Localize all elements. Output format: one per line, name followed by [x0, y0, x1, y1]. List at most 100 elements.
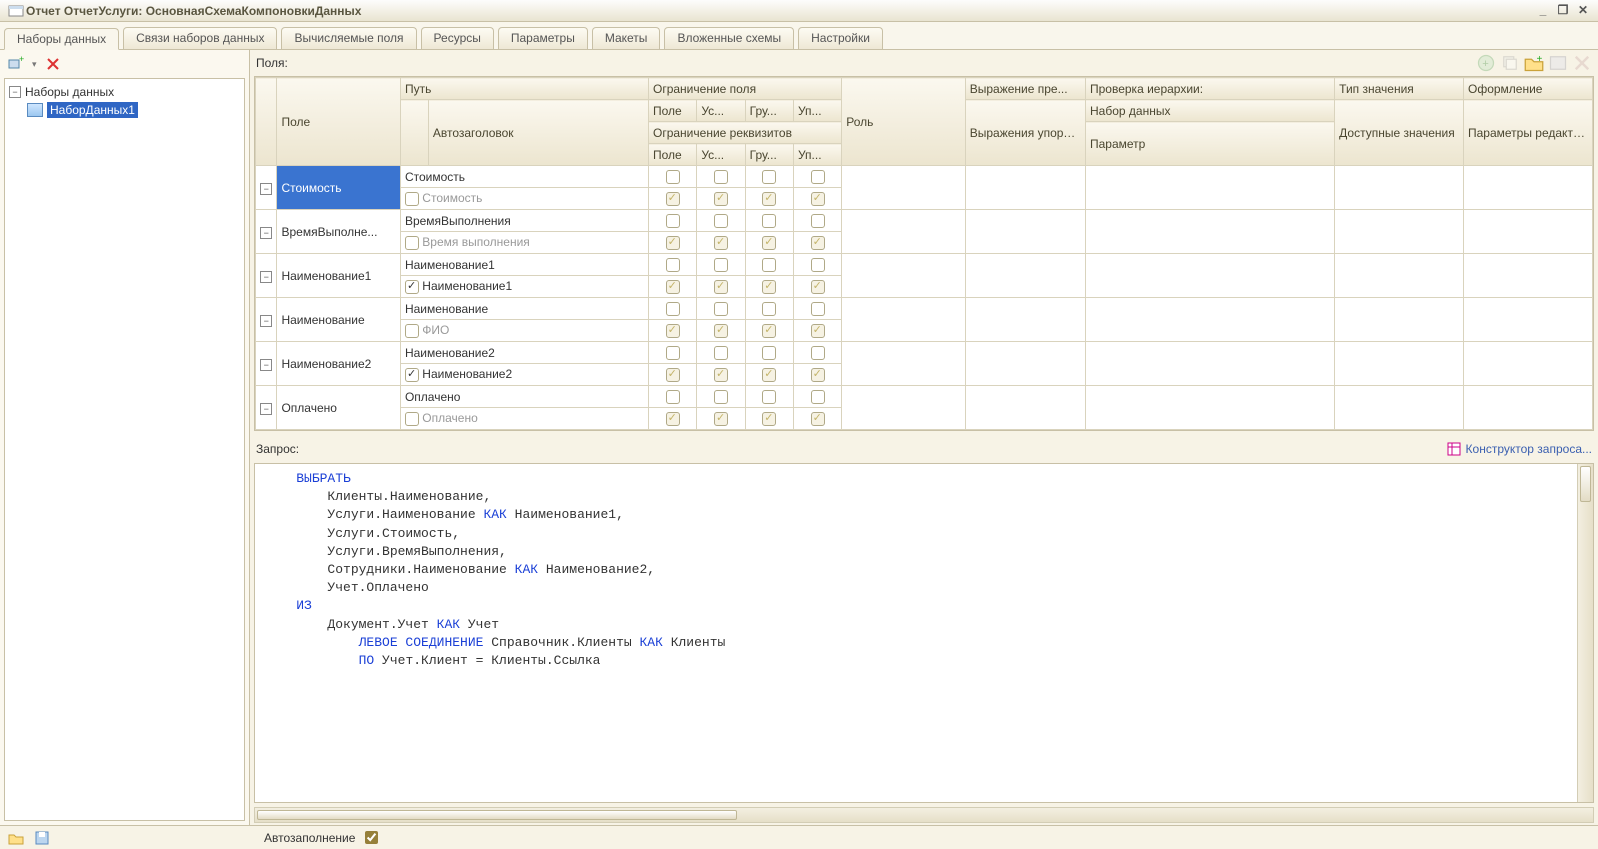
- remove-field-button[interactable]: [1572, 53, 1592, 73]
- col-role[interactable]: Роль: [842, 78, 965, 166]
- copy-field-button[interactable]: [1500, 53, 1520, 73]
- limit-checkbox[interactable]: [811, 302, 825, 316]
- cell-autotitle[interactable]: Время выполнения: [400, 232, 648, 254]
- query-editor[interactable]: ВЫБРАТЬ Клиенты.Наименование, Услуги.Наи…: [254, 463, 1594, 803]
- col-chk-group2[interactable]: Гру...: [745, 144, 793, 166]
- col-type[interactable]: Тип значения: [1335, 78, 1464, 100]
- req-checkbox[interactable]: [666, 412, 680, 426]
- limit-checkbox[interactable]: [811, 258, 825, 272]
- query-vscroll[interactable]: [1577, 464, 1593, 802]
- tab-resources[interactable]: Ресурсы: [421, 27, 494, 49]
- limit-checkbox[interactable]: [714, 214, 728, 228]
- autotitle-checkbox[interactable]: [405, 368, 419, 382]
- limit-checkbox[interactable]: [811, 214, 825, 228]
- autotitle-checkbox[interactable]: [405, 192, 419, 206]
- table-row[interactable]: −Наименование2Наименование2: [256, 342, 1593, 364]
- col-dataset[interactable]: Набор данных: [1086, 100, 1335, 122]
- limit-checkbox[interactable]: [762, 346, 776, 360]
- limit-checkbox[interactable]: [714, 346, 728, 360]
- table-row[interactable]: −НаименованиеНаименование: [256, 298, 1593, 320]
- cell-autotitle[interactable]: Наименование1: [400, 276, 648, 298]
- req-checkbox[interactable]: [714, 324, 728, 338]
- limit-checkbox[interactable]: [762, 258, 776, 272]
- tab-datasets[interactable]: Наборы данных: [4, 28, 119, 50]
- tab-layouts[interactable]: Макеты: [592, 27, 661, 49]
- cell-path[interactable]: Стоимость: [400, 166, 648, 188]
- req-checkbox[interactable]: [811, 280, 825, 294]
- table-field-button[interactable]: [1548, 53, 1568, 73]
- limit-checkbox[interactable]: [666, 170, 680, 184]
- row-collapse-icon[interactable]: −: [260, 359, 272, 371]
- limit-checkbox[interactable]: [762, 214, 776, 228]
- req-checkbox[interactable]: [666, 192, 680, 206]
- row-collapse-icon[interactable]: −: [260, 271, 272, 283]
- req-checkbox[interactable]: [714, 412, 728, 426]
- req-checkbox[interactable]: [762, 368, 776, 382]
- col-chk-field2[interactable]: Поле: [649, 144, 697, 166]
- col-chk-group1[interactable]: Гру...: [745, 100, 793, 122]
- tab-settings[interactable]: Настройки: [798, 27, 883, 49]
- delete-dataset-button[interactable]: [43, 54, 63, 74]
- tree-item-dataset1[interactable]: НаборДанных1: [27, 101, 240, 119]
- limit-checkbox[interactable]: [666, 302, 680, 316]
- autotitle-checkbox[interactable]: [405, 280, 419, 294]
- cell-autotitle[interactable]: ФИО: [400, 320, 648, 342]
- open-folder-button[interactable]: [6, 828, 26, 848]
- table-row[interactable]: −ОплаченоОплачено: [256, 386, 1593, 408]
- cell-field[interactable]: ВремяВыполне...: [277, 210, 400, 254]
- tree-root[interactable]: − Наборы данных: [9, 83, 240, 101]
- autotitle-checkbox[interactable]: [405, 236, 419, 250]
- limit-checkbox[interactable]: [811, 346, 825, 360]
- cell-path[interactable]: Наименование2: [400, 342, 648, 364]
- col-limit-req[interactable]: Ограничение реквизитов: [649, 122, 842, 144]
- fields-grid[interactable]: Поле Путь Ограничение поля Роль Выражени…: [254, 76, 1594, 431]
- limit-checkbox[interactable]: [762, 170, 776, 184]
- col-chk-field1[interactable]: Поле: [649, 100, 697, 122]
- cell-field[interactable]: Оплачено: [277, 386, 400, 430]
- row-collapse-icon[interactable]: −: [260, 403, 272, 415]
- req-checkbox[interactable]: [762, 236, 776, 250]
- req-checkbox[interactable]: [762, 324, 776, 338]
- col-autotitle[interactable]: Автозаголовок: [428, 100, 648, 166]
- col-chk-order2[interactable]: Уп...: [793, 144, 841, 166]
- req-checkbox[interactable]: [666, 324, 680, 338]
- restore-button[interactable]: ❐: [1554, 3, 1572, 19]
- req-checkbox[interactable]: [762, 192, 776, 206]
- cell-path[interactable]: ВремяВыполнения: [400, 210, 648, 232]
- collapse-icon[interactable]: −: [9, 86, 21, 98]
- limit-checkbox[interactable]: [666, 214, 680, 228]
- cell-autotitle[interactable]: Стоимость: [400, 188, 648, 210]
- limit-checkbox[interactable]: [714, 390, 728, 404]
- add-dataset-button[interactable]: +: [6, 54, 26, 74]
- limit-checkbox[interactable]: [714, 170, 728, 184]
- col-expr-order[interactable]: Выражения упорядочивания: [965, 100, 1085, 166]
- col-chk-cond1[interactable]: Ус...: [697, 100, 745, 122]
- row-collapse-icon[interactable]: −: [260, 183, 272, 195]
- cell-autotitle[interactable]: Оплачено: [400, 408, 648, 430]
- row-collapse-icon[interactable]: −: [260, 315, 272, 327]
- req-checkbox[interactable]: [811, 412, 825, 426]
- table-row[interactable]: −СтоимостьСтоимость: [256, 166, 1593, 188]
- limit-checkbox[interactable]: [714, 302, 728, 316]
- minimize-button[interactable]: _: [1534, 3, 1552, 19]
- autotitle-checkbox[interactable]: [405, 324, 419, 338]
- cell-autotitle[interactable]: Наименование2: [400, 364, 648, 386]
- col-limit-field[interactable]: Ограничение поля: [649, 78, 842, 100]
- req-checkbox[interactable]: [811, 236, 825, 250]
- req-checkbox[interactable]: [714, 236, 728, 250]
- col-chk-cond2[interactable]: Ус...: [697, 144, 745, 166]
- req-checkbox[interactable]: [666, 368, 680, 382]
- datasets-tree[interactable]: − Наборы данных НаборДанных1: [4, 78, 245, 821]
- req-checkbox[interactable]: [811, 192, 825, 206]
- req-checkbox[interactable]: [811, 324, 825, 338]
- req-checkbox[interactable]: [714, 192, 728, 206]
- limit-checkbox[interactable]: [811, 390, 825, 404]
- close-button[interactable]: ✕: [1574, 3, 1592, 19]
- query-text[interactable]: ВЫБРАТЬ Клиенты.Наименование, Услуги.Наи…: [255, 464, 1577, 802]
- req-checkbox[interactable]: [811, 368, 825, 382]
- col-format[interactable]: Оформление: [1464, 78, 1593, 100]
- col-param[interactable]: Параметр: [1086, 122, 1335, 166]
- save-button[interactable]: [32, 828, 52, 848]
- req-checkbox[interactable]: [666, 236, 680, 250]
- limit-checkbox[interactable]: [762, 302, 776, 316]
